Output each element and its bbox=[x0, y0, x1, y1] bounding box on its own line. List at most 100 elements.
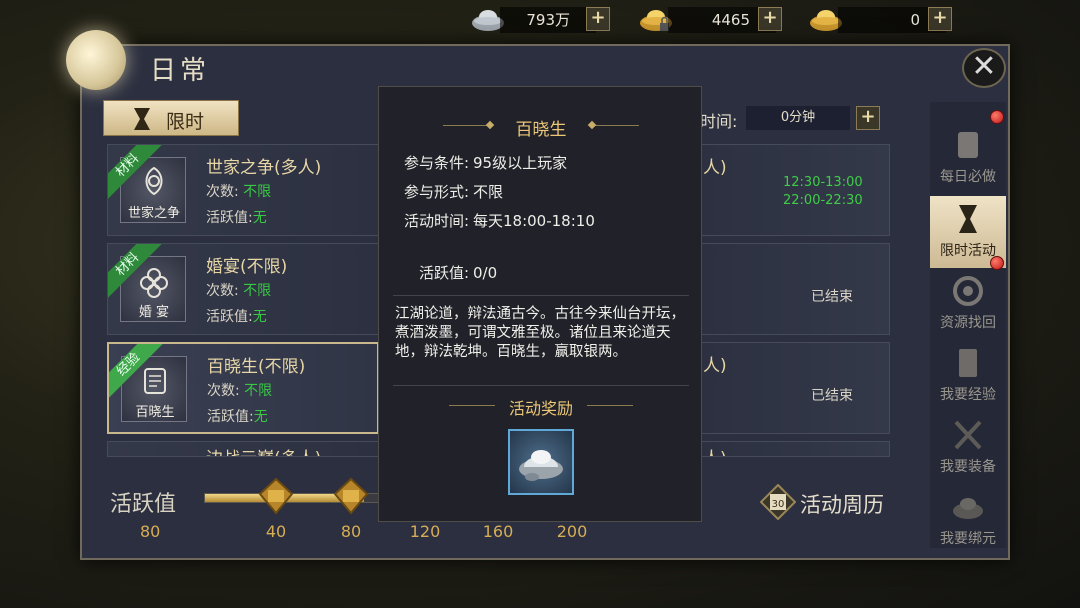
close-icon: ✕ bbox=[971, 49, 997, 84]
list-item[interactable]: 边战云巅(多人) bbox=[107, 441, 379, 457]
reward-item[interactable] bbox=[508, 429, 574, 495]
title-ornament bbox=[593, 125, 639, 126]
status-text: 已结束 bbox=[811, 388, 853, 404]
form-value: 不限 bbox=[473, 183, 504, 201]
icon-caption: 百晓生 bbox=[135, 405, 175, 420]
list-item[interactable]: 百晓生 经验 百晓生(不限) 次数: 不限 活跃值:无 bbox=[107, 342, 379, 434]
count-line: 次数: 不限 bbox=[207, 380, 272, 400]
sidebar-item-gear[interactable]: 我要装备 bbox=[930, 412, 1006, 484]
activity-line: 活跃值:无 bbox=[207, 406, 268, 426]
name-tail: 人) bbox=[703, 444, 727, 456]
activity-label: 活跃值: bbox=[206, 210, 253, 226]
sidebar-label: 资源找回 bbox=[940, 315, 996, 331]
tooltip-title: 百晓生 bbox=[515, 120, 567, 140]
time-slot: 12:30-13:00 bbox=[783, 175, 863, 190]
sidebar-label: 我要经验 bbox=[940, 387, 996, 403]
count-value: 不限 bbox=[243, 283, 272, 299]
activity-name: 世家之争(多人) bbox=[206, 158, 322, 178]
list-item-right[interactable]: 人) 12:30-13:00 22:00-22:30 bbox=[700, 144, 890, 236]
count-value: 不限 bbox=[243, 184, 272, 200]
tab-label: 限时 bbox=[166, 111, 205, 133]
tag-label: 材料 bbox=[108, 145, 162, 199]
ingot-icon bbox=[953, 498, 983, 519]
divider bbox=[393, 295, 689, 296]
milestone-label: 160 bbox=[482, 522, 514, 541]
condition-line: 参与条件: 95级以上玩家 bbox=[389, 152, 567, 173]
time-value: 每天18:00-18:10 bbox=[473, 212, 595, 230]
count-label: 次数: bbox=[206, 184, 239, 200]
activity-name: 百晓生(不限) bbox=[207, 357, 306, 377]
count-line: 次数: 不限 bbox=[206, 280, 271, 300]
milestone-label: 80 bbox=[340, 522, 362, 541]
activity-value: 无 bbox=[252, 309, 267, 325]
sidebar-label: 我要绑元 bbox=[940, 531, 996, 547]
tag-label: 经验 bbox=[109, 344, 163, 398]
activity-points-label: 活跃值: bbox=[418, 264, 469, 282]
resource-bar: 793万 + 4465 + 0 + bbox=[0, 0, 1080, 40]
icon-caption: 婚 宴 bbox=[138, 305, 170, 320]
tag-label: 材料 bbox=[108, 244, 162, 298]
list-item-right[interactable]: 已结束 bbox=[700, 243, 890, 335]
count-value: 不限 bbox=[244, 383, 273, 399]
add-silver-button[interactable]: + bbox=[586, 7, 610, 31]
activity-label: 活跃值: bbox=[207, 409, 254, 425]
list-item-right[interactable]: 人) 已结束 bbox=[700, 342, 890, 434]
add-time-button[interactable]: + bbox=[856, 106, 880, 130]
title-ornament bbox=[587, 405, 633, 406]
calendar-label: 活动周历 bbox=[800, 493, 884, 517]
silver-value: 793万 bbox=[500, 7, 596, 33]
tooltip-description: 江湖论道，辩法通古今。古往今来仙台开坛，煮酒泼墨，可谓文雅至极。诸位且来论道天地… bbox=[395, 306, 685, 360]
form-label: 参与形式: bbox=[403, 183, 469, 201]
calendar-icon: 30 bbox=[760, 484, 796, 520]
activity-label: 活跃值 bbox=[110, 492, 177, 517]
hourglass-icon bbox=[959, 205, 977, 233]
hourglass-icon bbox=[134, 108, 150, 130]
status-text: 已结束 bbox=[811, 289, 853, 305]
time-slot: 22:00-22:30 bbox=[783, 193, 863, 208]
tab-limited-time[interactable]: 限时 bbox=[103, 100, 239, 136]
condition-label: 参与条件: bbox=[403, 154, 469, 172]
category-tag: 经验 bbox=[109, 344, 163, 398]
crossed-swords-icon bbox=[954, 420, 982, 450]
calendar-day: 30 bbox=[772, 499, 785, 510]
treasure-chest-icon[interactable] bbox=[256, 476, 296, 516]
silver-ingot-icon bbox=[519, 450, 563, 481]
icon-caption: 世家之争 bbox=[127, 206, 180, 221]
book-icon bbox=[959, 349, 977, 377]
sidebar-label: 每日必做 bbox=[940, 169, 996, 185]
list-item[interactable]: 婚 宴 材料 婚宴(不限) 次数: 不限 活跃值:无 bbox=[107, 243, 379, 335]
sidebar-item-daily[interactable]: 每日必做 bbox=[930, 122, 1006, 194]
list-item[interactable]: 世家之争 材料 世家之争(多人) 次数: 不限 活跃值:无 bbox=[107, 144, 379, 236]
condition-value: 95级以上玩家 bbox=[473, 154, 568, 172]
category-sidebar: 每日必做 限时活动 资源找回 我要经验 我要装备 我要绑元 bbox=[930, 102, 1006, 548]
time-line: 活动时间: 每天18:00-18:10 bbox=[389, 210, 595, 231]
scroll-icon bbox=[958, 132, 978, 158]
reward-title: 活动奖励 bbox=[508, 399, 573, 418]
time-label: 活动时间: bbox=[403, 212, 469, 230]
activity-label: 活跃值: bbox=[206, 309, 253, 325]
milestone-label: 200 bbox=[556, 522, 588, 541]
activity-name: 婚宴(不限) bbox=[206, 257, 288, 277]
activity-name: 边战云巅(多人) bbox=[206, 444, 321, 456]
activity-calendar-button[interactable]: 30 活动周历 bbox=[752, 480, 912, 524]
sidebar-item-recover[interactable]: 资源找回 bbox=[930, 268, 1006, 340]
count-label: 次数: bbox=[206, 283, 239, 299]
divider bbox=[393, 385, 689, 386]
swirl-icon bbox=[953, 276, 983, 306]
close-button[interactable]: ✕ bbox=[962, 48, 1006, 88]
activity-value: 无 bbox=[253, 409, 268, 425]
sidebar-item-exp[interactable]: 我要经验 bbox=[930, 340, 1006, 412]
add-bound-gold-button[interactable]: + bbox=[758, 7, 782, 31]
count-line: 次数: 不限 bbox=[206, 181, 271, 201]
treasure-chest-icon[interactable] bbox=[331, 476, 371, 516]
milestone-label: 120 bbox=[409, 522, 441, 541]
activity-current: 80 bbox=[140, 522, 161, 541]
category-tag: 材料 bbox=[108, 145, 162, 199]
add-gold-button[interactable]: + bbox=[928, 7, 952, 31]
category-tag: 材料 bbox=[108, 244, 162, 298]
count-label: 次数: bbox=[207, 383, 240, 399]
time-label: 时间: bbox=[700, 112, 738, 131]
form-line: 参与形式: 不限 bbox=[389, 181, 503, 202]
list-item-right[interactable]: 人) bbox=[700, 441, 890, 457]
sidebar-item-bound-yuan[interactable]: 我要绑元 bbox=[930, 484, 1006, 556]
